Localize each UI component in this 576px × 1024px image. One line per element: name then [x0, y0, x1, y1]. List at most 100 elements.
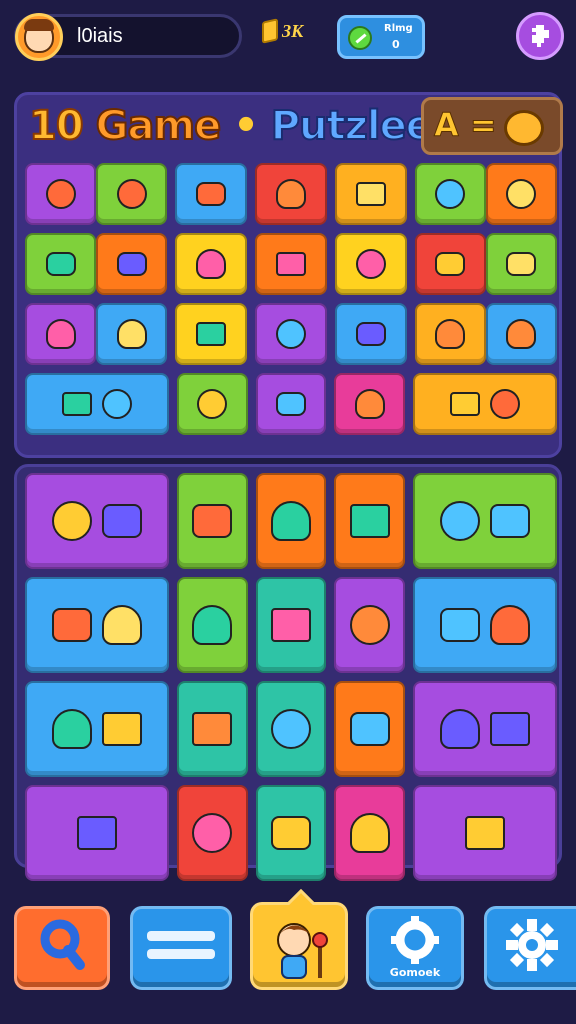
profile-pill[interactable]: l0iais	[14, 13, 242, 61]
game-tile[interactable]	[255, 577, 327, 673]
game-tile[interactable]	[25, 163, 97, 225]
game-tile[interactable]	[177, 473, 248, 569]
game-tile[interactable]	[334, 681, 406, 777]
tile-icons	[192, 504, 233, 538]
car-icon	[355, 249, 386, 279]
tile-icons	[192, 605, 233, 645]
tile-icons	[52, 605, 142, 645]
tile-row	[25, 373, 558, 435]
game-tile[interactable]	[25, 233, 97, 295]
game-tile[interactable]	[96, 303, 168, 365]
character-icon	[277, 922, 328, 979]
game-tile[interactable]	[485, 303, 558, 365]
box-icon	[196, 322, 227, 346]
game-tile[interactable]	[334, 577, 406, 673]
horn-icon	[276, 392, 306, 416]
tile-icons	[45, 179, 76, 209]
game-tile[interactable]	[96, 163, 168, 225]
search-button[interactable]	[14, 906, 110, 990]
game-tile[interactable]	[177, 373, 248, 435]
search-icon	[40, 919, 85, 970]
puzzle-icon	[532, 25, 549, 47]
game-tile[interactable]	[25, 473, 169, 569]
tile-row	[25, 681, 558, 777]
badge-text: A =	[434, 106, 498, 145]
game-tile[interactable]	[255, 163, 327, 225]
coin-value: ЗК	[282, 20, 304, 41]
game-tile[interactable]	[255, 681, 327, 777]
game-tile[interactable]	[96, 233, 168, 295]
table-icon	[355, 182, 386, 206]
game-tile[interactable]	[334, 373, 406, 435]
bubble-icon	[271, 816, 311, 850]
game-tile[interactable]	[25, 303, 97, 365]
game-tile[interactable]	[334, 163, 407, 225]
game-tile[interactable]	[25, 373, 169, 435]
game-tile[interactable]	[334, 303, 407, 365]
game-tile[interactable]	[413, 473, 558, 569]
tile-icons	[197, 389, 228, 419]
game-tile[interactable]	[255, 473, 327, 569]
pen-icon	[349, 504, 390, 538]
game-tile[interactable]	[25, 577, 169, 673]
torch-icon	[45, 319, 76, 349]
game-tile[interactable]	[175, 163, 248, 225]
gem-icon	[348, 26, 372, 50]
tile-icons	[116, 252, 147, 276]
game-tile[interactable]	[177, 785, 248, 881]
tile-icons	[52, 501, 142, 541]
game-tile[interactable]	[413, 577, 558, 673]
tile-icons	[77, 816, 117, 850]
answer-badge[interactable]: A =	[421, 97, 563, 155]
game-tile[interactable]	[334, 473, 406, 569]
ball-icon	[440, 608, 481, 642]
tile-icons	[506, 319, 537, 349]
game-tile[interactable]	[414, 303, 486, 365]
home-button[interactable]	[250, 888, 348, 990]
game-tile[interactable]	[177, 681, 248, 777]
hammer-icon	[490, 605, 531, 645]
game-tile[interactable]	[413, 681, 558, 777]
game-tile[interactable]	[25, 785, 169, 881]
level-panel-top: 10 Game • Putzlee A =	[14, 92, 563, 458]
drum-icon	[192, 605, 233, 645]
title-word: Putzlee	[270, 102, 434, 150]
game-tile[interactable]	[413, 373, 558, 435]
lemon-icon	[271, 709, 311, 749]
game-tile[interactable]	[175, 303, 248, 365]
game-tile[interactable]	[175, 233, 248, 295]
bus-icon	[192, 504, 233, 538]
umbrella-icon	[102, 712, 142, 746]
game-tile[interactable]	[255, 785, 327, 881]
fish-icon	[506, 319, 537, 349]
game-tile[interactable]	[177, 577, 248, 673]
tool-icon	[116, 179, 147, 209]
paper-icon	[440, 501, 481, 541]
book-icon	[116, 252, 147, 276]
game-tile[interactable]	[255, 303, 327, 365]
game-tile[interactable]	[485, 163, 558, 225]
game-tile[interactable]	[485, 233, 558, 295]
game-tile[interactable]	[334, 785, 406, 881]
tile-pair	[25, 233, 168, 295]
gear-button[interactable]: Gomoek	[366, 906, 464, 990]
game-tile[interactable]	[414, 163, 486, 225]
avatar[interactable]	[15, 13, 63, 61]
game-tile[interactable]	[414, 233, 486, 295]
game-tile[interactable]	[334, 233, 407, 295]
game-tile[interactable]	[255, 373, 327, 435]
menu-button[interactable]	[130, 906, 232, 990]
game-tile[interactable]	[255, 233, 327, 295]
car-icon	[192, 813, 233, 853]
puzzle-button[interactable]	[516, 12, 564, 60]
tile-icons	[355, 249, 386, 279]
tile-icons	[196, 322, 227, 346]
settings-button[interactable]	[484, 906, 576, 990]
game-tile[interactable]	[25, 681, 169, 777]
game-tile[interactable]	[413, 785, 558, 881]
tile-icons	[465, 816, 506, 850]
gem-box[interactable]: Rlmg 0	[337, 15, 425, 59]
flower-icon	[435, 252, 466, 276]
lamp-icon	[102, 504, 142, 538]
kid-icon	[52, 608, 92, 642]
